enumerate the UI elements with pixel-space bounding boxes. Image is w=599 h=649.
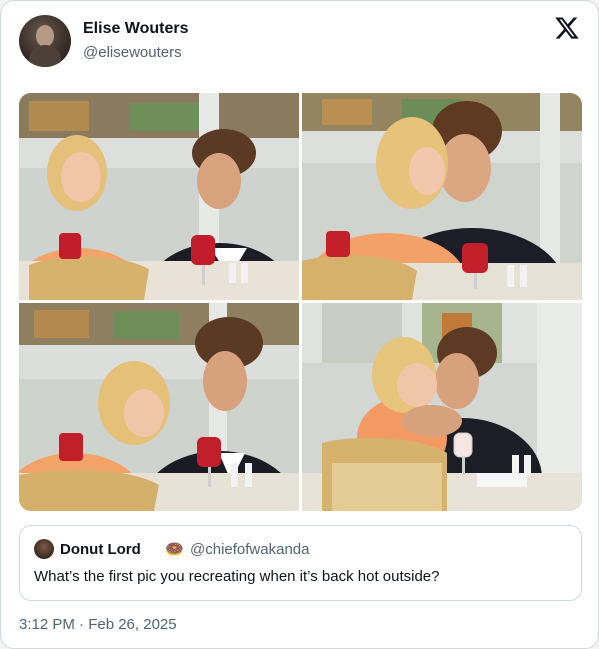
author-avatar[interactable]	[19, 15, 71, 67]
photo-4-image	[302, 303, 582, 511]
photo-4[interactable]	[302, 303, 582, 511]
avatar-face	[36, 25, 54, 47]
photo-3-image	[19, 303, 299, 511]
photo-2-image	[302, 93, 582, 300]
quoted-post[interactable]: Donut Lord 🍩 @chiefofwakanda What’s the …	[19, 525, 582, 601]
post-card: Elise Wouters @elisewouters Donut Lord 🍩…	[0, 0, 599, 649]
avatar-body	[29, 45, 61, 67]
quoted-author-handle[interactable]: @chiefofwakanda	[190, 541, 309, 558]
author-name[interactable]: Elise Wouters	[83, 20, 189, 38]
quoted-author-avatar[interactable]	[34, 539, 54, 559]
quoted-post-text: What’s the first pic you recreating when…	[34, 568, 440, 585]
donut-emoji: 🍩	[165, 541, 184, 558]
post-header: Elise Wouters @elisewouters	[19, 15, 580, 67]
quoted-author-name[interactable]: Donut Lord	[60, 541, 141, 558]
photo-2[interactable]	[302, 93, 582, 300]
photo-1[interactable]	[19, 93, 299, 300]
x-logo-icon[interactable]	[554, 15, 580, 41]
photo-1-image	[19, 93, 299, 300]
post-timestamp[interactable]: 3:12 PM · Feb 26, 2025	[19, 616, 177, 633]
author-handle[interactable]: @elisewouters	[83, 44, 182, 61]
media-grid[interactable]	[19, 93, 582, 511]
photo-3[interactable]	[19, 303, 299, 511]
